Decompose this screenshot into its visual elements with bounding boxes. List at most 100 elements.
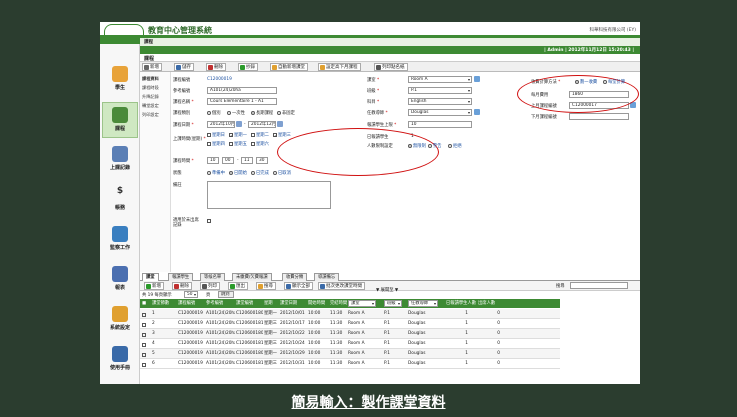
- weekday-checkbox[interactable]: ✓星期三: [273, 132, 291, 138]
- table-cell: 0: [497, 311, 500, 316]
- weekday-checkbox[interactable]: 星期二: [251, 132, 269, 138]
- sidebar-item-1[interactable]: 課程: [102, 102, 138, 138]
- table-cell: 2012/10/31: [280, 361, 305, 366]
- radio-dot: [273, 171, 277, 175]
- goto-button[interactable]: 跳到: [218, 291, 234, 298]
- column-filter-select[interactable]: 課室: [348, 300, 376, 307]
- table-cell: P.1: [384, 331, 391, 336]
- bottom-tab-4[interactable]: 收費分類: [282, 273, 308, 281]
- sidebar-item-7[interactable]: 使用手冊: [102, 342, 138, 378]
- bottom-toolbar-button-3[interactable]: 匯出: [228, 282, 248, 290]
- column-filter-select[interactable]: 任教導師: [408, 300, 438, 307]
- toolbar-button-0[interactable]: 新增: [142, 63, 162, 71]
- bottom-toolbar-button-2[interactable]: 列印: [200, 282, 220, 290]
- course-type-radio[interactable]: 一次性: [227, 110, 245, 116]
- left-tab-2[interactable]: 升降記錄: [142, 94, 159, 100]
- weekday-checkbox[interactable]: 星期五: [229, 141, 247, 147]
- next-course-field[interactable]: [569, 113, 629, 120]
- time-from-min[interactable]: 00: [222, 157, 234, 164]
- status-radio[interactable]: 已取消: [273, 170, 291, 176]
- radio-dot: [575, 80, 579, 84]
- ref-id-field[interactable]: A101(24)20ha: [207, 87, 277, 94]
- bottom-toolbar-button-0[interactable]: 新增: [144, 282, 164, 290]
- table-row[interactable]: 5 C12000019A101(24)20haC1206001805星期一2012…: [140, 349, 560, 359]
- weekday-checkbox[interactable]: 星期四: [207, 141, 225, 147]
- bottom-tab-0[interactable]: 課堂: [142, 273, 159, 281]
- button-label: 刪除: [180, 284, 189, 289]
- calendar-icon[interactable]: [236, 121, 242, 127]
- time-to-hour[interactable]: 11: [241, 157, 253, 164]
- table-row[interactable]: 3 C12000019A101(24)20haC1206001804星期一2012…: [140, 329, 560, 339]
- course-type-radio[interactable]: 個別: [207, 110, 221, 116]
- date-to-field[interactable]: 2012年12月31: [248, 121, 276, 128]
- teacher-select[interactable]: Douglas: [408, 109, 472, 116]
- sidebar-item-label: 使用手冊: [109, 365, 130, 371]
- classroom-select[interactable]: Room A: [408, 76, 472, 83]
- lookup-icon[interactable]: [474, 109, 480, 115]
- status-radio[interactable]: 準備中: [207, 170, 225, 176]
- left-tab-3[interactable]: 轉堂設定: [142, 103, 159, 109]
- toolbar-button-2[interactable]: 刪除: [206, 63, 226, 71]
- sidebar-item-3[interactable]: $ 帳務: [102, 182, 138, 218]
- apply-absent-checkbox[interactable]: [207, 219, 212, 224]
- status-radio[interactable]: 已完成: [251, 170, 269, 176]
- count-setting-radio[interactable]: 警告: [428, 143, 442, 149]
- button-icon: [320, 65, 325, 70]
- weekday-checkbox[interactable]: 星期六: [251, 141, 269, 147]
- toolbar-button-4[interactable]: 自動新增課堂: [270, 63, 308, 71]
- toolbar-button-3[interactable]: 抄錄: [238, 63, 258, 71]
- bottom-tab-5[interactable]: 導讀備忘: [314, 273, 340, 281]
- count-setting-radio[interactable]: 拒絕: [448, 143, 462, 149]
- table-cell: 1: [465, 321, 468, 326]
- left-tab-4[interactable]: 列印設定: [142, 112, 159, 118]
- toolbar-button-6[interactable]: 列印點名紙: [374, 63, 408, 71]
- table-row[interactable]: 6 C12000019A101(24)20haC1206001815星期三2012…: [140, 359, 560, 369]
- toolbar-button-5[interactable]: 設定高下月課程: [318, 63, 361, 71]
- bottom-toolbar-button-6[interactable]: 批次更改課堂時間: [318, 282, 365, 290]
- bottom-tab-2[interactable]: 等候名單: [200, 273, 226, 281]
- time-from-hour[interactable]: 10: [207, 157, 219, 164]
- lookup-icon[interactable]: [474, 76, 480, 82]
- course-name-field[interactable]: Cours Elementaire 1 - A1: [207, 98, 277, 105]
- label-subject: 科目: [367, 99, 379, 105]
- table-row[interactable]: 4 C12000019A101(24)20haC1206001813星期三2012…: [140, 339, 560, 349]
- column-filter-select[interactable]: 班級: [384, 300, 402, 307]
- sidebar-item-6[interactable]: 系統設定: [102, 302, 138, 338]
- calendar-icon[interactable]: [277, 121, 283, 127]
- course-type-radio[interactable]: 非固定: [277, 110, 295, 116]
- sidebar-item-5[interactable]: 報表: [102, 262, 138, 298]
- sidebar-collapse[interactable]: [100, 38, 140, 44]
- search-input[interactable]: [570, 282, 628, 289]
- bottom-toolbar-button-4[interactable]: 搜尋: [256, 282, 276, 290]
- level-select[interactable]: P.1: [408, 87, 472, 94]
- remarks-field[interactable]: [207, 181, 331, 209]
- table-row[interactable]: 1 C12000019A101(24)20haC1206001803星期一2012…: [140, 309, 560, 319]
- left-tab-0[interactable]: 課程資料: [142, 76, 159, 82]
- toolbar-button-1[interactable]: 儲存: [174, 63, 194, 71]
- table-row[interactable]: 2 C12000019A101(24)20haC1206001812星期三2012…: [140, 319, 560, 329]
- time-to-min[interactable]: 30: [256, 157, 268, 164]
- fee-method-radio[interactable]: 每堂計算: [603, 79, 625, 85]
- sidebar-item-4[interactable]: 監察工作: [102, 222, 138, 258]
- bottom-toolbar-button-5[interactable]: 顯示全部: [284, 282, 313, 290]
- status-radio[interactable]: 已開始: [229, 170, 247, 176]
- bottom-tab-1[interactable]: 報讀學生: [168, 273, 194, 281]
- row-checkbox[interactable]: [142, 361, 147, 370]
- date-from-field[interactable]: 2012年10月1: [207, 121, 235, 128]
- weekday-checkbox[interactable]: 星期日: [207, 132, 225, 138]
- fee-method-radio[interactable]: 劃一收費: [575, 79, 597, 85]
- button-icon: [272, 65, 277, 70]
- weekday-checkbox[interactable]: ✓星期一: [229, 132, 247, 138]
- sidebar-item-0[interactable]: 學生: [102, 62, 138, 98]
- course-type-radio[interactable]: 長期課程: [251, 110, 273, 116]
- sidebar-item-2[interactable]: 上課記錄: [102, 142, 138, 178]
- count-setting-radio[interactable]: 無限制: [408, 143, 426, 149]
- page-size-select[interactable]: 50: [184, 291, 198, 298]
- bottom-tab-3[interactable]: 未繳費/欠費報讀: [232, 273, 272, 281]
- bottom-toolbar-button-1[interactable]: 刪除: [172, 282, 192, 290]
- sidebar-item-label: 報表: [114, 285, 125, 291]
- header-checkbox[interactable]: ■: [142, 299, 146, 308]
- subject-select[interactable]: English: [408, 98, 472, 105]
- left-tab-1[interactable]: 課程時段: [142, 85, 159, 91]
- max-students-field[interactable]: 10: [408, 121, 472, 128]
